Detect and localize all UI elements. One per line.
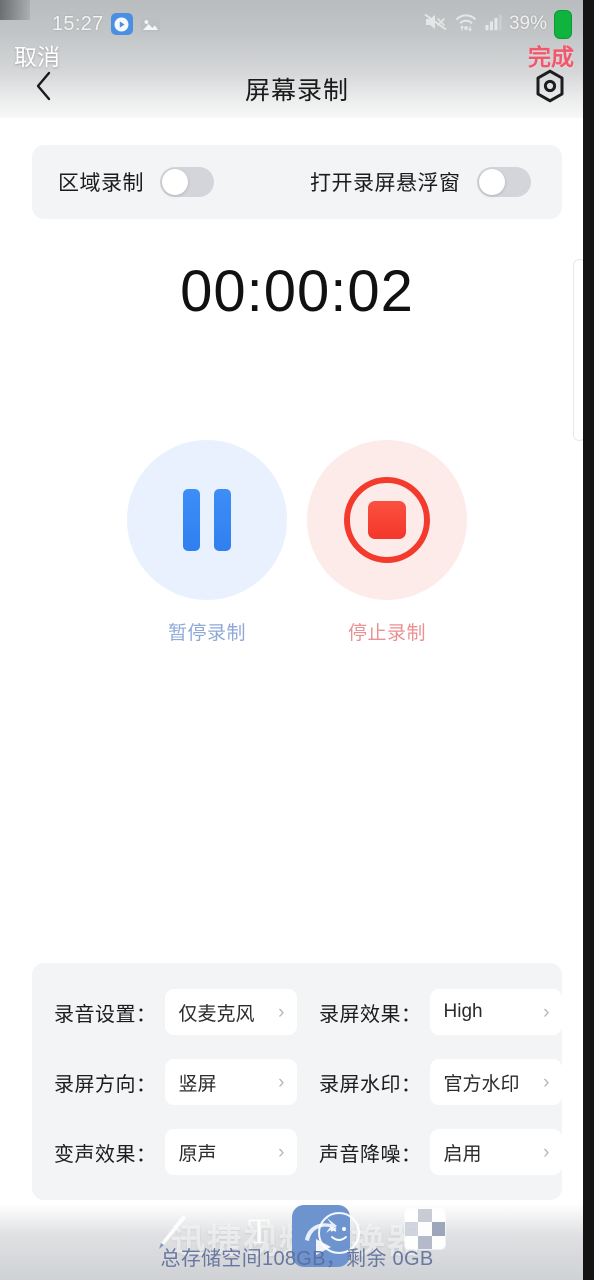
settings-row: 录屏方向： 竖屏 › 录屏水印： 官方水印 › <box>32 1047 562 1117</box>
toggle-switch-off[interactable] <box>160 167 214 197</box>
gear-hexagon-icon <box>533 69 567 108</box>
storage-info-label: 总存储空间108GB，剩余 0GB <box>160 1248 434 1270</box>
chevron-right-icon: › <box>543 1071 550 1093</box>
recording-controls: 暂停录制 停止录制 <box>0 440 594 644</box>
quality-label: 录屏效果： <box>319 1003 422 1026</box>
voice-changer-setting[interactable]: 变声效果： 原声 › <box>54 1129 297 1175</box>
stop-record-icon <box>344 477 430 563</box>
floating-window-row[interactable]: 打开录屏悬浮窗 <box>310 167 531 197</box>
chevron-right-icon: › <box>278 1141 285 1163</box>
pause-icon <box>183 489 231 551</box>
watermark-value: 官方水印 <box>443 1073 520 1095</box>
image-icon <box>140 15 161 34</box>
voice-changer-select[interactable]: 原声 › <box>164 1129 297 1175</box>
elapsed-timer: 00:00:02 <box>180 259 414 324</box>
voice-changer-label: 变声效果： <box>54 1143 157 1166</box>
switch-knob <box>162 169 188 195</box>
region-record-row[interactable]: 区域录制 <box>58 167 214 197</box>
voice-changer-value: 原声 <box>178 1143 217 1165</box>
toggle-switch-off[interactable] <box>476 167 531 197</box>
quality-setting[interactable]: 录屏效果： High › <box>319 989 562 1035</box>
stop-record-control[interactable]: 停止录制 <box>307 440 467 645</box>
chevron-right-icon: › <box>278 1071 285 1093</box>
orientation-value: 竖屏 <box>178 1073 217 1095</box>
battery-full-icon <box>554 9 572 39</box>
status-bar-left: 15:27 <box>52 13 161 36</box>
screen-record-app-icon <box>110 13 133 35</box>
region-record-label: 区域录制 <box>58 172 144 195</box>
watermark-label: 录屏水印： <box>319 1073 422 1096</box>
orientation-setting[interactable]: 录屏方向： 竖屏 › <box>54 1059 297 1105</box>
noise-reduction-setting[interactable]: 声音降噪： 启用 › <box>319 1129 562 1175</box>
noise-reduction-label: 声音降噪： <box>319 1143 422 1166</box>
audio-source-setting[interactable]: 录音设置： 仅麦克风 › <box>54 989 297 1035</box>
quality-select[interactable]: High › <box>429 989 562 1035</box>
page-title: 屏幕录制 <box>244 77 349 105</box>
volume-mute-icon <box>424 12 447 37</box>
chevron-right-icon: › <box>278 1001 285 1023</box>
audio-source-value: 仅麦克风 <box>178 1003 255 1025</box>
settings-button[interactable] <box>528 66 572 110</box>
wifi-data-icon <box>454 12 478 37</box>
orientation-select[interactable]: 竖屏 › <box>164 1059 297 1105</box>
recording-settings-card: 录音设置： 仅麦克风 › 录屏效果： High › 录屏方向： 竖屏 › 录屏水… <box>32 963 562 1200</box>
status-bar-clock: 15:27 <box>52 12 104 35</box>
noise-reduction-select[interactable]: 启用 › <box>429 1129 562 1175</box>
floating-window-label: 打开录屏悬浮窗 <box>310 172 461 195</box>
phone-screen: 15:27 39% 取消 完成 屏幕录制 区域录制 打开录屏悬浮窗 00:00:… <box>0 0 594 1280</box>
status-bar: 15:27 39% <box>0 8 594 40</box>
recording-options-card: 区域录制 打开录屏悬浮窗 <box>32 145 562 219</box>
audio-source-label: 录音设置： <box>54 1003 157 1026</box>
orientation-label: 录屏方向： <box>54 1073 157 1096</box>
watermark-select[interactable]: 官方水印 › <box>429 1059 562 1105</box>
chevron-right-icon: › <box>543 1001 550 1023</box>
audio-source-select[interactable]: 仅麦克风 › <box>164 989 297 1035</box>
watermark-setting[interactable]: 录屏水印： 官方水印 › <box>319 1059 562 1105</box>
stop-record-button[interactable] <box>307 440 467 600</box>
settings-row: 录音设置： 仅麦克风 › 录屏效果： High › <box>32 977 562 1047</box>
cellular-signal-icon <box>485 12 502 36</box>
screen-edge-strip <box>583 0 594 1280</box>
pause-record-label: 暂停录制 <box>167 623 246 644</box>
chevron-right-icon: › <box>543 1141 550 1163</box>
pause-record-button[interactable] <box>127 440 287 600</box>
stop-record-label: 停止录制 <box>347 623 426 644</box>
pause-record-control[interactable]: 暂停录制 <box>127 440 287 645</box>
settings-row: 变声效果： 原声 › 声音降噪： 启用 › <box>32 1117 562 1187</box>
battery-percent-label: 39% <box>508 13 547 34</box>
switch-knob <box>478 169 505 195</box>
quality-value: High <box>443 1001 483 1022</box>
status-bar-right: 39% <box>424 9 572 39</box>
nav-bar: 屏幕录制 <box>0 60 594 118</box>
noise-reduction-value: 启用 <box>443 1143 482 1165</box>
